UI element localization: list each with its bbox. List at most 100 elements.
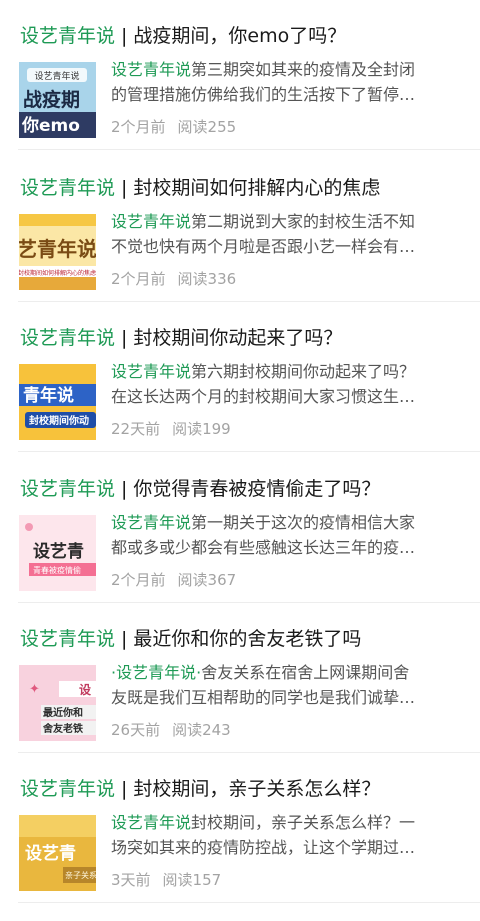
title-separator: |	[121, 327, 128, 349]
headline: 你觉得青春被疫情偷走了吗？	[133, 478, 381, 500]
thumbnail-art: ✦ 设 最近你和 舍友老铁	[19, 665, 96, 741]
read-count: 阅读255	[177, 118, 237, 136]
article-meta: 2个月前 阅读336	[111, 268, 236, 289]
snippet-account: 设艺青年说	[111, 362, 192, 381]
read-count: 阅读336	[177, 270, 237, 288]
account-name[interactable]: 设艺青年说	[20, 25, 115, 47]
thumb-caption-3: 舍友老铁	[42, 722, 83, 735]
article-thumbnail[interactable]: 设艺青年说 战疫期 你emo	[19, 62, 96, 138]
article-snippet: 设艺青年说第六期封校期间你动起来了吗？ 在这长达两个月的封校期间大家习惯这生…	[111, 359, 461, 409]
account-name[interactable]: 设艺青年说	[20, 177, 115, 199]
read-count: 阅读157	[162, 871, 222, 889]
article-title[interactable]: 设艺青年说 | 战疫期间，你emo了吗？	[20, 22, 346, 50]
thumb-caption-1: 设艺青	[25, 843, 76, 864]
headline: 封校期间如何排解内心的焦虑	[133, 177, 381, 199]
headline: 战疫期间，你emo了吗？	[133, 25, 347, 47]
thumb-caption-2: 封校期间如何排解内心的焦虑	[19, 269, 96, 277]
thumb-caption-3: 你emo	[21, 115, 80, 136]
snippet-line-2: 友既是我们互相帮助的同学也是我们诚挚…	[111, 688, 416, 707]
read-count: 阅读199	[172, 420, 231, 438]
publish-time: 2个月前	[111, 571, 166, 589]
snippet-line-1: 第二期说到大家的封校生活不知	[191, 212, 416, 231]
article-card[interactable]: 设艺青年说 | 封校期间，亲子关系怎么样？ 设艺青 亲子关系 设艺青年说封校期间，亲…	[0, 753, 480, 903]
snippet-line-2: 不觉也快有两个月啦是否跟小艺一样会有…	[111, 237, 416, 256]
title-separator: |	[121, 25, 128, 47]
article-snippet: 设艺青年说第二期说到大家的封校生活不知 不觉也快有两个月啦是否跟小艺一样会有…	[111, 209, 461, 259]
thumb-caption-2: 封校期间你动	[29, 414, 89, 427]
thumb-caption-1: 设	[79, 682, 92, 697]
thumb-caption-1: 设艺青年说	[34, 70, 79, 82]
read-count: 阅读367	[177, 571, 237, 589]
article-title[interactable]: 设艺青年说 | 你觉得青春被疫情偷走了吗？	[20, 475, 380, 503]
article-card[interactable]: 设艺青年说 | 最近你和你的舍友老铁了吗 ✦ 设 最近你和 舍友老铁 ·设艺青年说·…	[0, 603, 480, 753]
article-snippet: 设艺青年说封校期间，亲子关系怎么样？一 场突如其来的疫情防控战，让这个学期过…	[111, 810, 461, 860]
account-name[interactable]: 设艺青年说	[20, 327, 115, 349]
snippet-line-1: 第三期突如其来的疫情及全封闭	[191, 60, 416, 79]
article-card[interactable]: 设艺青年说 | 战疫期间，你emo了吗？ 设艺青年说 战疫期 你emo 设艺青年说第…	[0, 0, 480, 150]
thumbnail-art: 设艺青 青春被疫情偷	[19, 515, 96, 591]
title-separator: |	[121, 628, 128, 650]
article-title[interactable]: 设艺青年说 | 封校期间你动起来了吗？	[20, 324, 342, 352]
snippet-line-1: 舍友关系在宿舍上网课期间舍	[201, 663, 410, 682]
article-meta: 26天前 阅读243	[111, 719, 231, 740]
title-separator: |	[121, 778, 128, 800]
snippet-line-2: 的管理措施仿佛给我们的生活按下了暂停…	[111, 85, 416, 104]
thumbnail-art: 艺青年说 封校期间如何排解内心的焦虑	[19, 214, 96, 290]
article-card[interactable]: 设艺青年说 | 封校期间你动起来了吗？ 青年说 封校期间你动 设艺青年说第六期封校期…	[0, 302, 480, 452]
publish-time: 22天前	[111, 420, 161, 438]
thumb-caption-1: 青年说	[23, 385, 74, 406]
headline: 封校期间，亲子关系怎么样？	[133, 778, 381, 800]
title-separator: |	[121, 177, 128, 199]
headline: 封校期间你动起来了吗？	[133, 327, 343, 349]
thumb-caption-2: 战疫期	[23, 88, 80, 111]
snippet-line-2: 都或多或少都会有些感触这长达三年的疫…	[111, 538, 416, 557]
article-meta: 2个月前 阅读367	[111, 569, 236, 590]
article-meta: 22天前 阅读199	[111, 418, 231, 439]
account-name[interactable]: 设艺青年说	[20, 628, 115, 650]
article-thumbnail[interactable]: 艺青年说 封校期间如何排解内心的焦虑	[19, 214, 96, 290]
read-count: 阅读243	[172, 721, 231, 739]
snippet-account: 设艺青年说	[111, 513, 192, 532]
article-thumbnail[interactable]: 设艺青 亲子关系	[19, 815, 96, 891]
snippet-line-2: 在这长达两个月的封校期间大家习惯这生…	[111, 387, 416, 406]
article-snippet: 设艺青年说第三期突如其来的疫情及全封闭 的管理措施仿佛给我们的生活按下了暂停…	[111, 57, 461, 107]
article-thumbnail[interactable]: 设艺青 青春被疫情偷	[19, 515, 96, 591]
snippet-account: ·设艺青年说·	[111, 663, 202, 682]
article-thumbnail[interactable]: 青年说 封校期间你动	[19, 364, 96, 440]
headline: 最近你和你的舍友老铁了吗	[133, 628, 362, 650]
article-title[interactable]: 设艺青年说 | 封校期间，亲子关系怎么样？	[20, 775, 380, 803]
article-card[interactable]: 设艺青年说 | 封校期间如何排解内心的焦虑 艺青年说 封校期间如何排解内心的焦虑 设…	[0, 152, 480, 302]
thumb-caption-1: 设艺青	[33, 541, 84, 562]
article-card[interactable]: 设艺青年说 | 你觉得青春被疫情偷走了吗？ 设艺青 青春被疫情偷 设艺青年说第一期关…	[0, 453, 480, 603]
publish-time: 2个月前	[111, 270, 166, 288]
snippet-line-1: 封校期间，亲子关系怎么样？一	[191, 813, 416, 832]
svg-text:✦: ✦	[29, 682, 40, 697]
thumbnail-art: 青年说 封校期间你动	[19, 364, 96, 440]
title-separator: |	[121, 478, 128, 500]
thumb-caption-1: 艺青年说	[19, 237, 96, 261]
snippet-account: 设艺青年说	[111, 813, 192, 832]
thumb-caption-2: 亲子关系	[65, 870, 96, 880]
article-snippet: 设艺青年说第一期关于这次的疫情相信大家 都或多或少都会有些感触这长达三年的疫…	[111, 510, 461, 560]
thumb-caption-2: 青春被疫情偷	[33, 565, 81, 575]
publish-time: 26天前	[111, 721, 161, 739]
snippet-line-1: 第一期关于这次的疫情相信大家	[191, 513, 416, 532]
snippet-account: 设艺青年说	[111, 60, 192, 79]
article-title[interactable]: 设艺青年说 | 封校期间如何排解内心的焦虑	[20, 174, 380, 202]
thumb-caption-2: 最近你和	[43, 706, 83, 719]
article-title[interactable]: 设艺青年说 | 最近你和你的舍友老铁了吗	[20, 625, 361, 653]
article-meta: 3天前 阅读157	[111, 869, 221, 890]
account-name[interactable]: 设艺青年说	[20, 778, 115, 800]
publish-time: 3天前	[111, 871, 151, 889]
thumbnail-art: 设艺青年说 战疫期 你emo	[19, 62, 96, 138]
article-meta: 2个月前 阅读255	[111, 116, 236, 137]
snippet-account: 设艺青年说	[111, 212, 192, 231]
snippet-line-2: 场突如其来的疫情防控战，让这个学期过…	[111, 838, 416, 857]
article-list: 设艺青年说 | 战疫期间，你emo了吗？ 设艺青年说 战疫期 你emo 设艺青年说第…	[0, 0, 480, 921]
article-snippet: ·设艺青年说·舍友关系在宿舍上网课期间舍 友既是我们互相帮助的同学也是我们诚挚…	[111, 660, 461, 710]
article-thumbnail[interactable]: ✦ 设 最近你和 舍友老铁	[19, 665, 96, 741]
publish-time: 2个月前	[111, 118, 166, 136]
snippet-line-1: 第六期封校期间你动起来了吗？	[191, 362, 416, 381]
account-name[interactable]: 设艺青年说	[20, 478, 115, 500]
thumbnail-art: 设艺青 亲子关系	[19, 815, 96, 891]
